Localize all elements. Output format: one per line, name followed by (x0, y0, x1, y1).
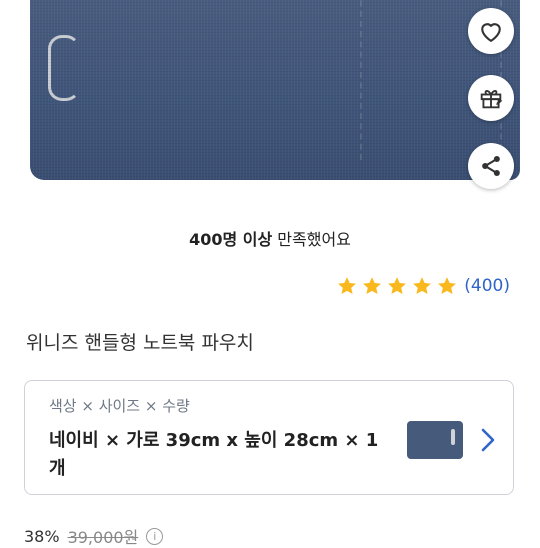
original-price: 39,000원 (67, 528, 139, 547)
wishlist-button[interactable] (468, 8, 514, 54)
star-icon (338, 277, 357, 294)
gift-icon (480, 90, 503, 109)
satisfaction-text: 만족했어요 (272, 230, 351, 249)
product-title: 위니즈 핸들형 노트북 파우치 (26, 332, 254, 354)
star-icon (438, 277, 457, 294)
discount-rate: 38% (24, 526, 60, 546)
pouch-handle (48, 35, 80, 101)
star-icon (363, 277, 382, 294)
star-icon (388, 277, 407, 294)
info-icon[interactable]: i (146, 527, 164, 545)
share-button[interactable] (468, 143, 514, 189)
option-value: 네이비 × 가로 39cm x 높이 28cm × 1개 (49, 430, 379, 479)
satisfaction-count: 400명 이상 (189, 230, 273, 249)
chevron-right-icon[interactable] (477, 425, 499, 455)
rating-summary[interactable]: (400) (333, 275, 510, 297)
heart-icon (481, 23, 501, 42)
option-label: 색상 × 사이즈 × 수량 (49, 397, 190, 415)
option-thumbnail (407, 421, 463, 459)
laptop-pouch-image (30, 0, 520, 180)
option-selector[interactable]: 색상 × 사이즈 × 수량 네이비 × 가로 39cm x 높이 28cm × … (24, 380, 514, 495)
star-icon (413, 277, 432, 294)
product-image (0, 0, 540, 205)
price-row: 38% 39,000원 i (24, 524, 164, 548)
share-icon (482, 155, 500, 177)
satisfaction-summary: 400명 이상 만족했어요 (0, 226, 540, 250)
gift-button[interactable] (468, 75, 514, 121)
review-count-link[interactable]: (400) (464, 276, 510, 296)
